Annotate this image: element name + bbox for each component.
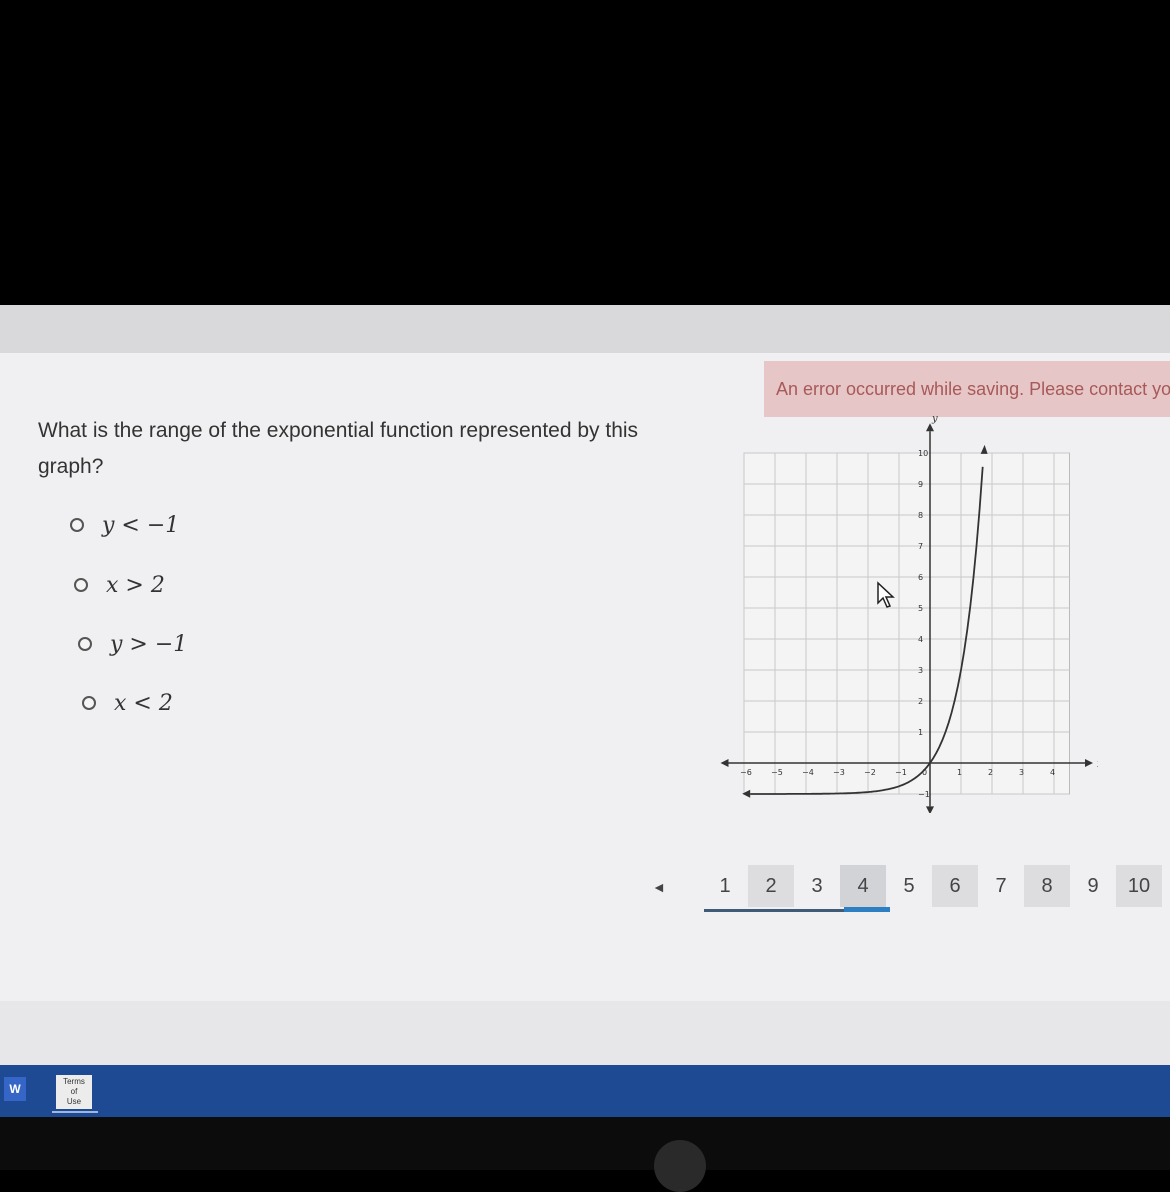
answer-option-4[interactable]: x < 2 bbox=[82, 686, 173, 720]
terms-line-2: of bbox=[70, 1087, 78, 1096]
y-tick-label: 9 bbox=[918, 480, 923, 489]
y-tick-label: 7 bbox=[918, 542, 923, 551]
x-axis-label: x bbox=[1097, 759, 1098, 770]
x-tick-label: 2 bbox=[988, 768, 993, 777]
x-tick-label: −3 bbox=[833, 768, 845, 777]
y-tick-label: 3 bbox=[918, 666, 923, 675]
answer-label: y < −1 bbox=[102, 512, 180, 538]
quiz-screen: An error occurred while saving. Please c… bbox=[0, 305, 1170, 1065]
answer-label: x < 2 bbox=[114, 690, 173, 716]
y-axis-label: y bbox=[931, 413, 938, 424]
x-tick-label: −5 bbox=[771, 768, 783, 777]
y-tick-label: 2 bbox=[918, 697, 923, 706]
y-tick-label: −1 bbox=[918, 790, 930, 799]
page-number-strip: 1 2 3 4 5 6 7 8 9 10 bbox=[702, 865, 1170, 909]
word-app-icon[interactable]: W bbox=[4, 1077, 26, 1101]
y-tick-label: 6 bbox=[918, 573, 923, 582]
x-axis-left-arrow-icon bbox=[720, 759, 729, 767]
page-button-4[interactable]: 4 bbox=[840, 865, 886, 907]
curve-end-arrow-icon bbox=[980, 444, 988, 454]
answer-option-1[interactable]: y < −1 bbox=[70, 508, 179, 542]
x-tick-label: −4 bbox=[802, 768, 814, 777]
page-button-10[interactable]: 10 bbox=[1116, 865, 1162, 907]
x-tick-label: 1 bbox=[957, 768, 962, 777]
page-button-3[interactable]: 3 bbox=[794, 865, 840, 907]
page-button-5[interactable]: 5 bbox=[886, 865, 932, 907]
error-banner-text: An error occurred while saving. Please c… bbox=[776, 379, 1170, 399]
x-tick-label: −1 bbox=[895, 768, 907, 777]
x-tick-label: −2 bbox=[864, 768, 876, 777]
error-banner: An error occurred while saving. Please c… bbox=[764, 361, 1170, 417]
y-tick-label: 5 bbox=[918, 604, 923, 613]
taskbar: W Terms of Use bbox=[0, 1065, 1170, 1117]
y-tick-label: 4 bbox=[918, 635, 923, 644]
y-axis-arrow-icon bbox=[926, 423, 934, 432]
page-button-7[interactable]: 7 bbox=[978, 865, 1024, 907]
top-bar bbox=[0, 305, 1170, 353]
y-tick-label: 10 bbox=[918, 449, 928, 458]
current-page-indicator bbox=[844, 907, 890, 912]
radio-button[interactable] bbox=[70, 518, 84, 532]
page-button-9[interactable]: 9 bbox=[1070, 865, 1116, 907]
y-tick-label: 8 bbox=[918, 511, 923, 520]
x-tick-label: −6 bbox=[740, 768, 752, 777]
page-button-2[interactable]: 2 bbox=[748, 865, 794, 907]
x-axis-arrow-icon bbox=[1085, 759, 1093, 767]
x-tick-label: 4 bbox=[1050, 768, 1055, 777]
answer-label: x > 2 bbox=[106, 572, 165, 598]
function-graph: xy−6−5−4−3−2−101234−112345678910 bbox=[720, 413, 1098, 813]
answer-label: y > −1 bbox=[110, 631, 188, 657]
radio-button[interactable] bbox=[82, 696, 96, 710]
terms-line-3: Use bbox=[66, 1097, 82, 1106]
answer-option-2[interactable]: x > 2 bbox=[74, 568, 165, 602]
y-axis-down-arrow-icon bbox=[926, 806, 934, 813]
mouse-pointer-icon bbox=[877, 581, 895, 608]
question-pagination: ◄ 1 2 3 4 5 6 7 8 9 10 bbox=[630, 865, 1170, 915]
radio-button[interactable] bbox=[78, 637, 92, 651]
active-app-underline bbox=[52, 1111, 98, 1113]
question-text: What is the range of the exponential fun… bbox=[38, 419, 639, 478]
radio-button[interactable] bbox=[74, 578, 88, 592]
graph-plot-area bbox=[743, 452, 1070, 795]
hp-logo-icon bbox=[654, 1140, 706, 1192]
page-button-8[interactable]: 8 bbox=[1024, 865, 1070, 907]
y-tick-label: 1 bbox=[918, 728, 923, 737]
x-tick-label: 3 bbox=[1019, 768, 1024, 777]
answer-option-3[interactable]: y > −1 bbox=[78, 627, 187, 661]
laptop-bezel bbox=[0, 1117, 1170, 1170]
previous-page-arrow-icon[interactable]: ◄ bbox=[652, 879, 666, 895]
terms-line-1: Terms bbox=[63, 1077, 85, 1086]
page-button-6[interactable]: 6 bbox=[932, 865, 978, 907]
page-button-1[interactable]: 1 bbox=[702, 865, 748, 907]
terms-of-use-icon[interactable]: Terms of Use bbox=[56, 1075, 92, 1109]
